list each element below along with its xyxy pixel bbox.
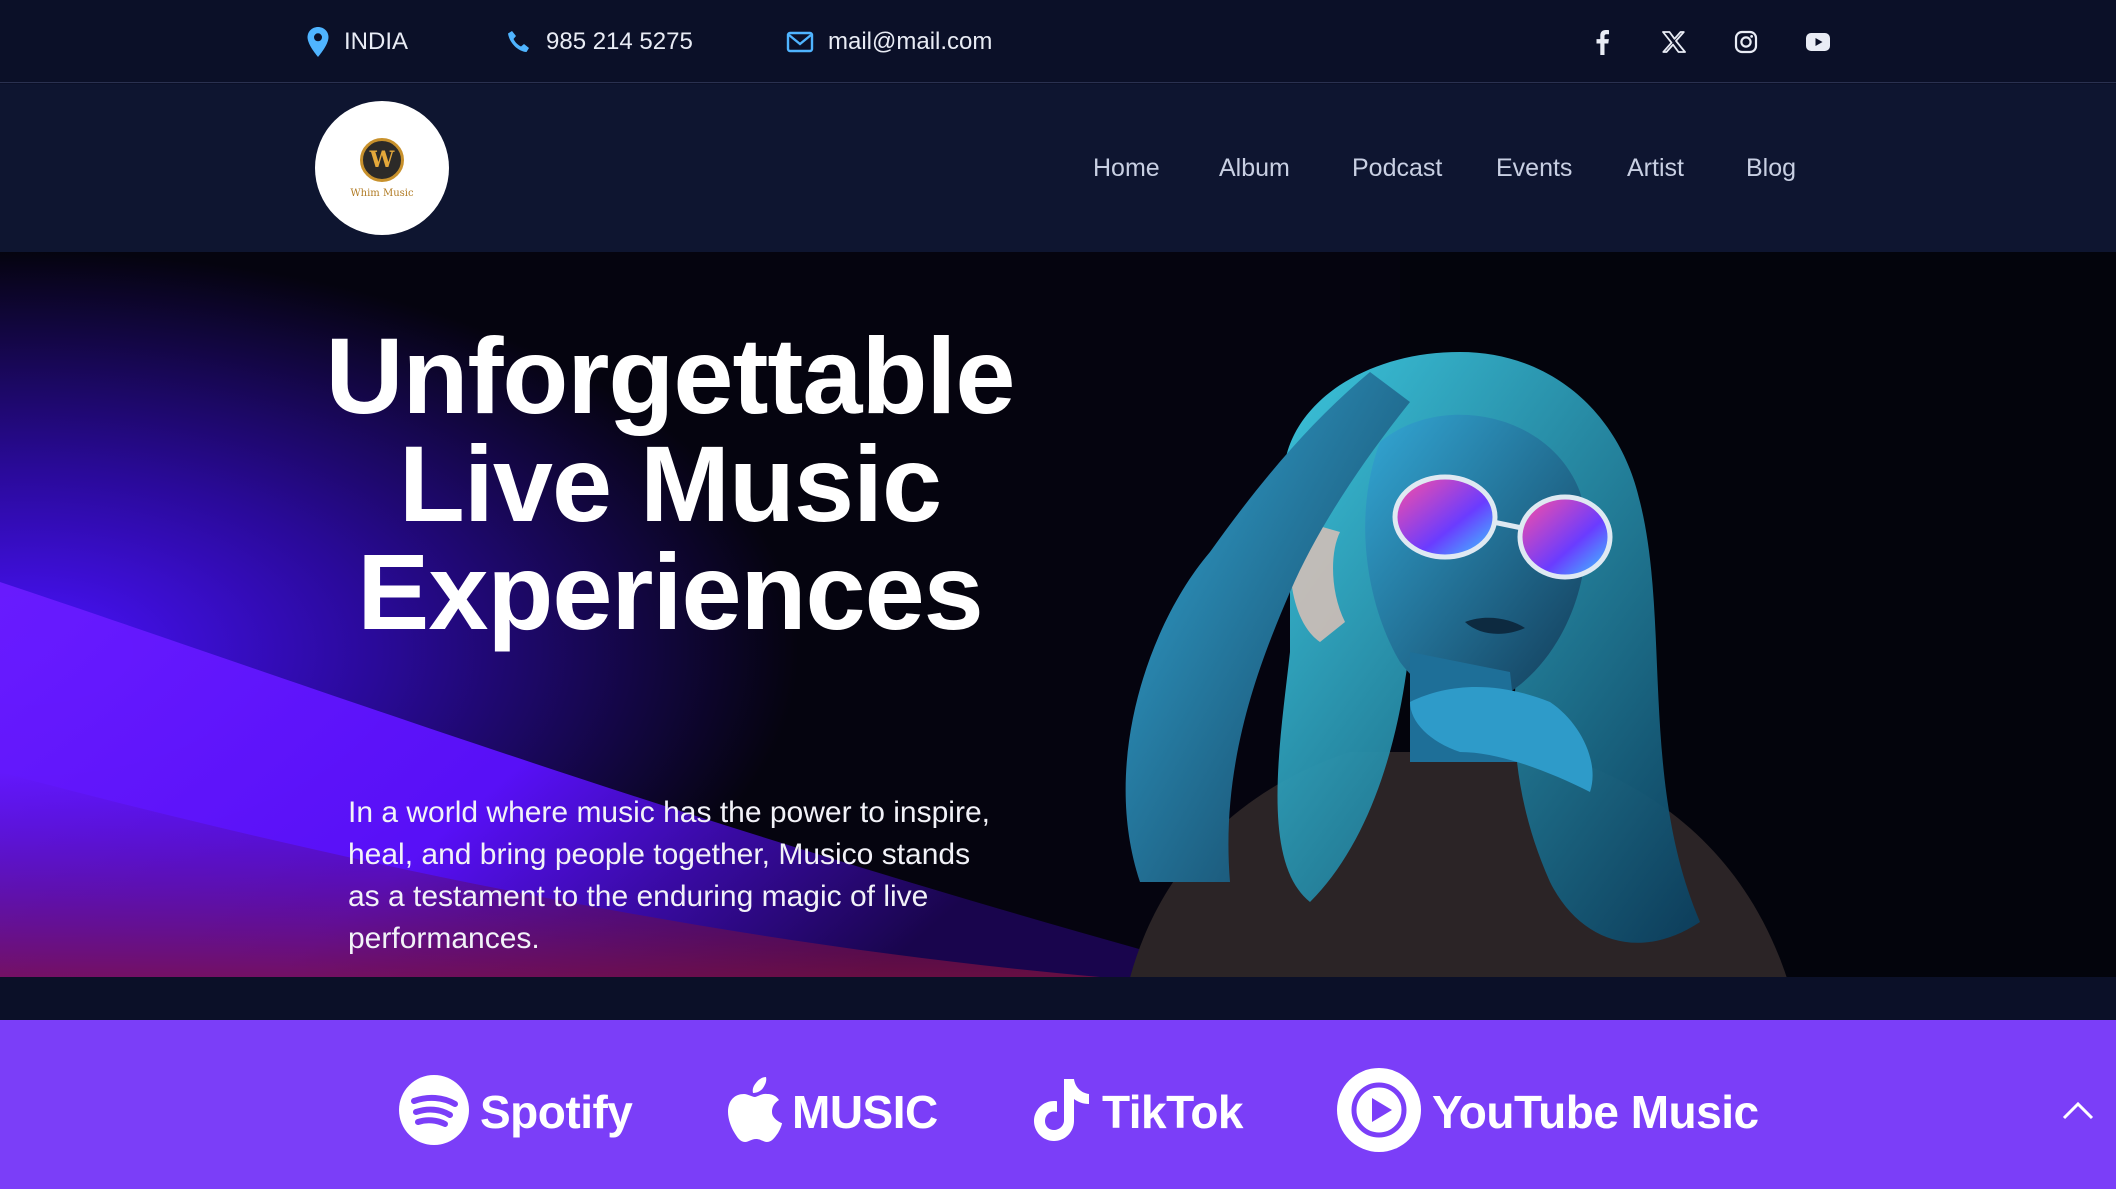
- platform-youtube-music[interactable]: YouTube Music: [1336, 1067, 1759, 1152]
- phone-icon: [506, 29, 532, 55]
- platform-apple-music[interactable]: MUSIC: [726, 1072, 938, 1152]
- hero-title: Unforgettable Live Music Experiences: [260, 322, 1080, 646]
- main-header: W Whim Music Home Album Podcast Events A…: [0, 84, 2116, 252]
- hero-title-line-3: Experiences: [357, 531, 983, 652]
- facebook-icon[interactable]: [1584, 24, 1620, 60]
- spotify-icon: [398, 1074, 470, 1151]
- platform-spotify[interactable]: Spotify: [398, 1072, 633, 1152]
- apple-icon: [726, 1076, 782, 1148]
- youtube-music-icon: [1336, 1067, 1422, 1158]
- hero-title-line-1: Unforgettable: [325, 315, 1016, 436]
- hero-singer-image: [1125, 352, 1787, 977]
- nav-podcast[interactable]: Podcast: [1352, 154, 1442, 183]
- platform-tiktok-label: TikTok: [1102, 1086, 1244, 1138]
- platform-youtube-music-label: YouTube Music: [1432, 1086, 1759, 1138]
- phone-info[interactable]: 985 214 5275: [506, 24, 693, 60]
- email-info[interactable]: mail@mail.com: [786, 24, 992, 60]
- hero-bottom-strip: [0, 977, 2116, 1020]
- nav-blog[interactable]: Blog: [1746, 154, 1796, 183]
- platform-spotify-label: Spotify: [480, 1086, 633, 1138]
- nav-events[interactable]: Events: [1496, 154, 1572, 183]
- chevron-up-icon: [2062, 1100, 2094, 1125]
- platform-tiktok[interactable]: TikTok: [1034, 1072, 1244, 1152]
- mail-icon: [786, 31, 814, 53]
- page: INDIA 985 214 5275 mail@mail.com W Whim …: [0, 0, 2116, 1189]
- top-contact-bar: INDIA 985 214 5275 mail@mail.com: [0, 0, 2116, 83]
- streaming-platforms-band: Spotify MUSIC TikTok YouTube Music: [0, 1020, 2116, 1189]
- main-nav: Home Album Podcast Events Artist Blog: [0, 148, 2116, 188]
- nav-album[interactable]: Album: [1219, 154, 1290, 183]
- hero-section: Unforgettable Live Music Experiences In …: [0, 252, 2116, 977]
- map-pin-icon: [306, 26, 330, 58]
- nav-home[interactable]: Home: [1093, 154, 1160, 183]
- hero-title-line-2: Live Music: [398, 423, 942, 544]
- hero-description: In a world where music has the power to …: [348, 796, 990, 955]
- platform-apple-music-label: MUSIC: [792, 1086, 938, 1138]
- phone-text: 985 214 5275: [546, 28, 693, 55]
- tiktok-icon: [1034, 1077, 1092, 1148]
- scroll-to-top-button[interactable]: [2056, 1090, 2100, 1134]
- nav-artist[interactable]: Artist: [1627, 154, 1684, 183]
- youtube-icon[interactable]: [1800, 24, 1836, 60]
- location-info: INDIA: [306, 24, 408, 60]
- x-icon[interactable]: [1656, 24, 1692, 60]
- email-text: mail@mail.com: [828, 28, 993, 55]
- logo-text: Whim Music: [350, 187, 414, 199]
- instagram-icon[interactable]: [1728, 24, 1764, 60]
- location-text: INDIA: [344, 28, 409, 55]
